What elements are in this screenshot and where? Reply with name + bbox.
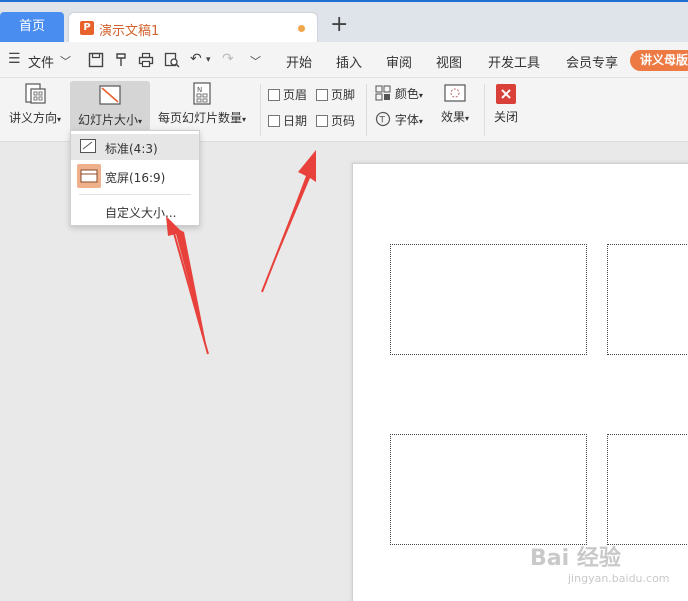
annotation-arrows bbox=[166, 150, 316, 355]
arrow-shaft bbox=[171, 225, 209, 355]
baidu-watermark-url: jingyan.baidu.com bbox=[568, 572, 670, 585]
baidu-watermark: Bai 经验 bbox=[530, 546, 621, 571]
arrow-to-ribbon-icon bbox=[262, 150, 316, 292]
